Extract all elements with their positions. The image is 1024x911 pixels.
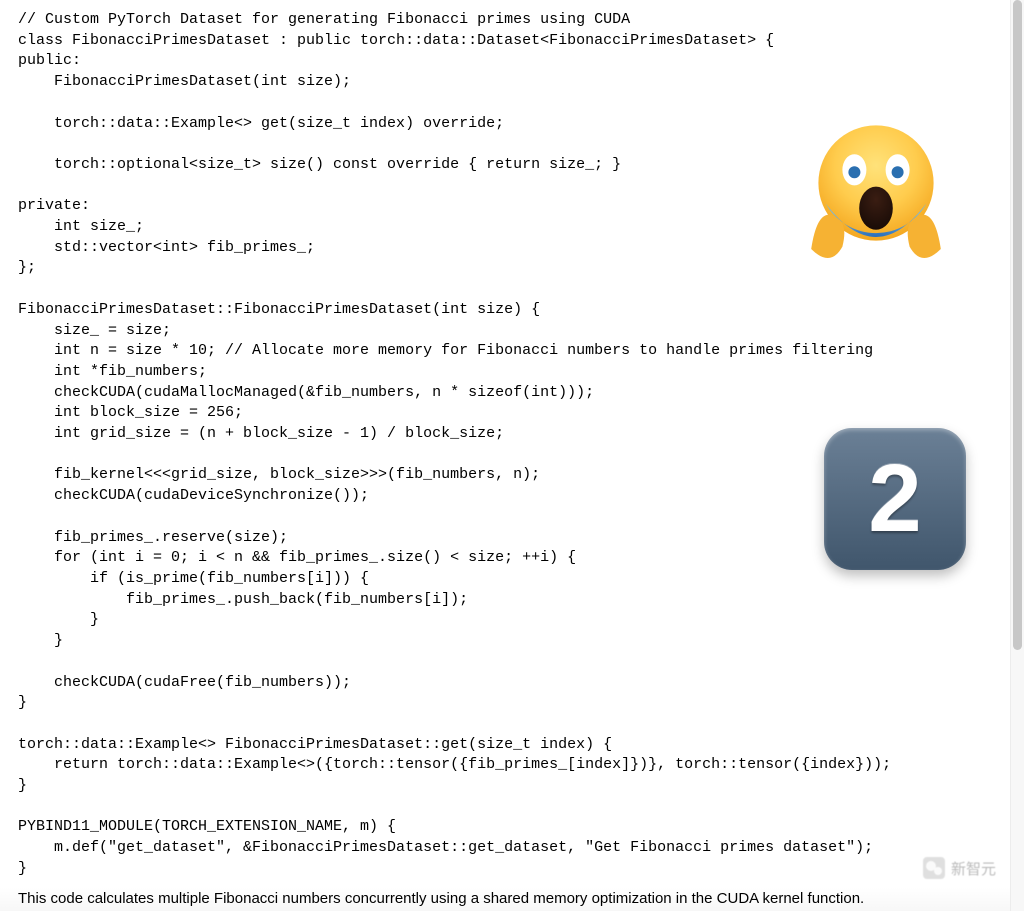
watermark-text: 新智元 <box>951 858 996 879</box>
number-two-badge: 2 <box>824 428 966 570</box>
bottom-fade <box>0 887 1010 911</box>
vertical-scrollbar[interactable] <box>1010 0 1024 911</box>
number-two-glyph: 2 <box>868 444 921 554</box>
watermark: 新智元 <box>923 855 996 881</box>
wechat-icon <box>923 857 945 879</box>
face-screaming-emoji <box>804 116 948 274</box>
scrollbar-thumb[interactable] <box>1013 0 1022 650</box>
